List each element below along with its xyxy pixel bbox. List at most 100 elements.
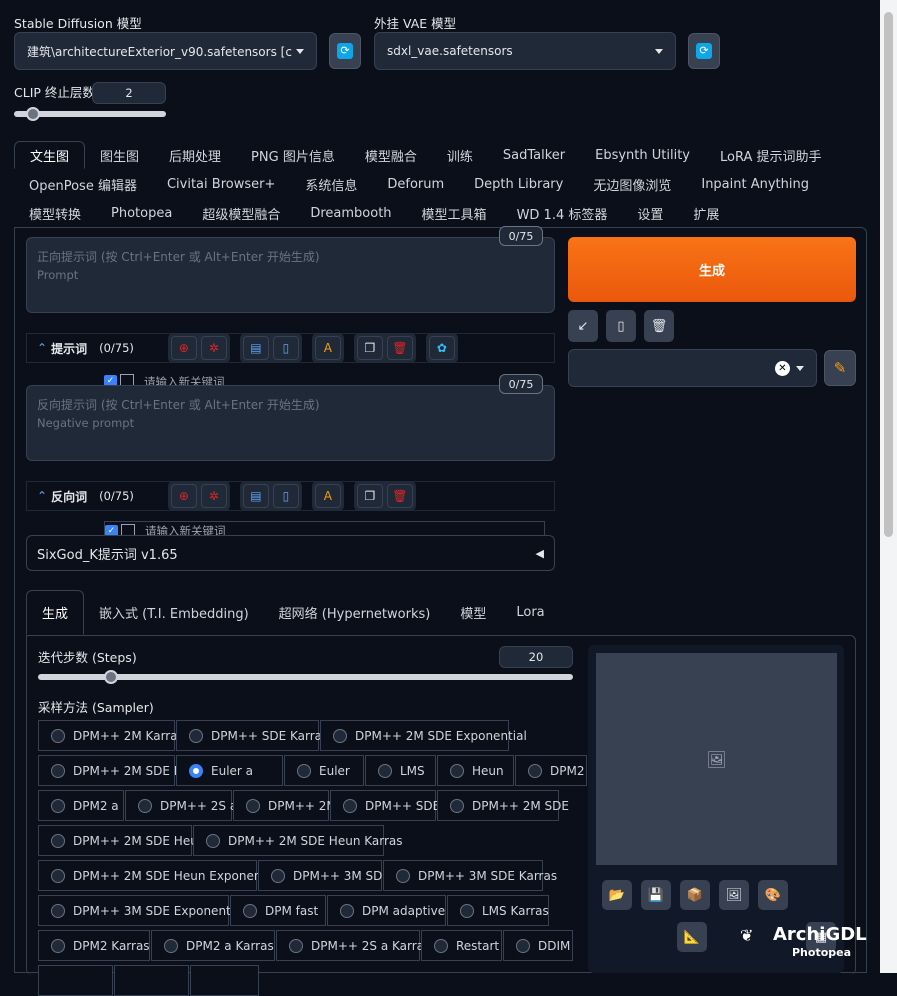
radio-button[interactable] — [51, 728, 65, 743]
sampler-option[interactable]: DPM++ 2M SDE Exponential — [320, 720, 527, 751]
tab-tabrow1-3[interactable]: PNG 图片信息 — [236, 141, 350, 169]
clip-value-input[interactable]: 2 — [92, 82, 166, 104]
bookmark-icon[interactable]: ▯ — [272, 336, 299, 360]
tab-tabrow3-7[interactable]: 扩展 — [678, 199, 734, 227]
image-icon[interactable]: 🖼 — [719, 880, 749, 910]
clipboard-icon[interactable]: ▯ — [606, 310, 636, 342]
sampler-option[interactable]: LMS Karras — [447, 895, 549, 926]
tab-tabrow1-4[interactable]: 模型融合 — [350, 141, 432, 169]
ruler-icon[interactable]: 📐 — [677, 922, 707, 952]
tab-tabrow3-2[interactable]: 超级模型融合 — [187, 199, 295, 227]
sampler-option[interactable]: DPM++ 2M — [233, 790, 337, 821]
radio-button[interactable] — [528, 763, 542, 778]
folder-icon[interactable]: 📂 — [602, 880, 632, 910]
sampler-option[interactable]: DPM++ 3M SDE Karras — [383, 860, 557, 891]
steps-slider[interactable] — [38, 670, 573, 684]
sampler-option[interactable]: DPM++ 2M SDE Heun Karras — [193, 825, 403, 856]
radio-button[interactable] — [434, 938, 448, 953]
sampler-option[interactable]: DPM++ SDE Karras — [176, 720, 328, 751]
zip-icon[interactable]: 📦 — [680, 880, 710, 910]
page-scrollbar[interactable] — [880, 0, 897, 973]
tab-tabrow3-5[interactable]: WD 1.4 标签器 — [502, 199, 623, 227]
scrollbar-thumb[interactable] — [884, 12, 893, 537]
sampler-option[interactable]: DPM2 — [515, 755, 587, 786]
trash-icon[interactable]: 🗑 — [386, 336, 413, 360]
radio-button[interactable] — [243, 903, 257, 918]
sampler-option[interactable]: Heun — [437, 755, 514, 786]
radio-button[interactable] — [51, 833, 65, 848]
radio-button[interactable] — [246, 798, 260, 813]
sampler-option[interactable]: DPM++ 3M SDE — [258, 860, 390, 891]
radio-button[interactable] — [340, 903, 354, 918]
openai-icon[interactable]: ✿ — [428, 336, 455, 360]
sampler-option[interactable]: Euler — [284, 755, 364, 786]
globe-icon[interactable]: ⊕ — [170, 336, 197, 360]
tab-tabrow1-6[interactable]: SadTalker — [488, 141, 580, 169]
sampler-option[interactable]: DDIM — [503, 930, 573, 961]
radio-button[interactable] — [51, 903, 65, 918]
sampler-option[interactable]: DPM++ 2S a Karras — [276, 930, 430, 961]
tab-tabrow2-2[interactable]: 系统信息 — [290, 170, 372, 198]
translate-icon[interactable]: A — [314, 336, 341, 360]
sampler-option[interactable]: DPM++ 3M SDE Exponential — [38, 895, 245, 926]
radio-button[interactable] — [51, 763, 65, 778]
tab-subtabs-3[interactable]: 模型 — [445, 590, 501, 635]
tab-tabrow3-6[interactable]: 设置 — [622, 199, 678, 227]
slider-thumb[interactable] — [104, 670, 118, 684]
sampler-option[interactable]: DPM++ SDE — [330, 790, 440, 821]
sampler-option[interactable]: DPM adaptive — [327, 895, 446, 926]
tab-subtabs-2[interactable]: 超网络 (Hypernetworks) — [264, 590, 446, 635]
sampler-option[interactable]: Restart — [421, 930, 502, 961]
radio-button[interactable] — [343, 798, 357, 813]
gear-icon[interactable]: ✲ — [200, 484, 227, 508]
edit-list-icon[interactable]: ▤ — [242, 484, 269, 508]
sampler-option[interactable]: DPM2 a Karras — [151, 930, 275, 961]
negative-prompt-textarea[interactable]: 反向提示词 (按 Ctrl+Enter 或 Alt+Enter 开始生成) Ne… — [26, 385, 555, 461]
copy-icon[interactable]: ❐ — [356, 484, 383, 508]
tab-tabrow2-6[interactable]: Inpaint Anything — [686, 170, 824, 198]
sampler-option[interactable]: DPM++ 2M Karras — [38, 720, 184, 751]
sampler-option-partial[interactable] — [114, 965, 189, 996]
refresh-sd-model-button[interactable]: ⟳ — [329, 33, 361, 69]
radio-button[interactable] — [189, 763, 203, 778]
tab-tabrow3-3[interactable]: Dreambooth — [295, 199, 406, 227]
radio-button[interactable] — [51, 868, 65, 883]
tab-tabrow2-0[interactable]: OpenPose 编辑器 — [14, 170, 152, 198]
tab-tabrow1-2[interactable]: 后期处理 — [154, 141, 236, 169]
sixgod-accordion[interactable]: SixGod_K提示词 v1.65 ◀ — [26, 535, 555, 571]
sd-model-dropdown[interactable]: 建筑\architectureExterior_v90.safetensors … — [14, 32, 317, 70]
tab-tabrow1-5[interactable]: 训练 — [432, 141, 488, 169]
gear-icon[interactable]: ✲ — [200, 336, 227, 360]
palette-icon[interactable]: 🎨 — [758, 880, 788, 910]
tab-tabrow1-0[interactable]: 文生图 — [14, 141, 86, 169]
clear-icon[interactable]: ✕ — [775, 360, 790, 376]
radio-button[interactable] — [138, 798, 152, 813]
generate-button[interactable]: 生成 — [568, 237, 856, 302]
refresh-vae-button[interactable]: ⟳ — [688, 33, 720, 69]
bookmark-icon[interactable]: ▯ — [272, 484, 299, 508]
radio-button[interactable] — [164, 938, 178, 953]
tab-tabrow1-8[interactable]: LoRA 提示词助手 — [705, 141, 837, 169]
arrow-icon[interactable]: ↙ — [568, 310, 598, 342]
sampler-option[interactable]: Euler a — [176, 755, 283, 786]
radio-button[interactable] — [51, 798, 65, 813]
chevron-up-icon[interactable]: ⌃ — [37, 341, 47, 355]
globe-icon[interactable]: ⊕ — [170, 484, 197, 508]
translate-icon[interactable]: A — [314, 484, 341, 508]
edit-list-icon[interactable]: ▤ — [242, 336, 269, 360]
tab-tabrow3-0[interactable]: 模型转换 — [14, 199, 96, 227]
sampler-option[interactable]: DPM++ 2M SDE Heun Exponential — [38, 860, 280, 891]
radio-button[interactable] — [378, 763, 392, 778]
steps-input[interactable]: 20 — [499, 646, 573, 668]
sampler-option[interactable]: DPM fast — [230, 895, 326, 926]
chevron-up-icon[interactable]: ⌃ — [37, 489, 47, 503]
vae-dropdown[interactable]: sdxl_vae.safetensors — [374, 32, 676, 70]
prompt-textarea[interactable]: 正向提示词 (按 Ctrl+Enter 或 Alt+Enter 开始生成) Pr… — [26, 237, 555, 313]
radio-button[interactable] — [51, 938, 65, 953]
radio-button[interactable] — [289, 938, 303, 953]
tab-subtabs-0[interactable]: 生成 — [26, 590, 85, 635]
tab-subtabs-1[interactable]: 嵌入式 (T.I. Embedding) — [84, 590, 264, 635]
save-icon[interactable]: 💾 — [641, 880, 671, 910]
tab-tabrow2-3[interactable]: Deforum — [372, 170, 459, 198]
radio-button[interactable] — [450, 763, 464, 778]
